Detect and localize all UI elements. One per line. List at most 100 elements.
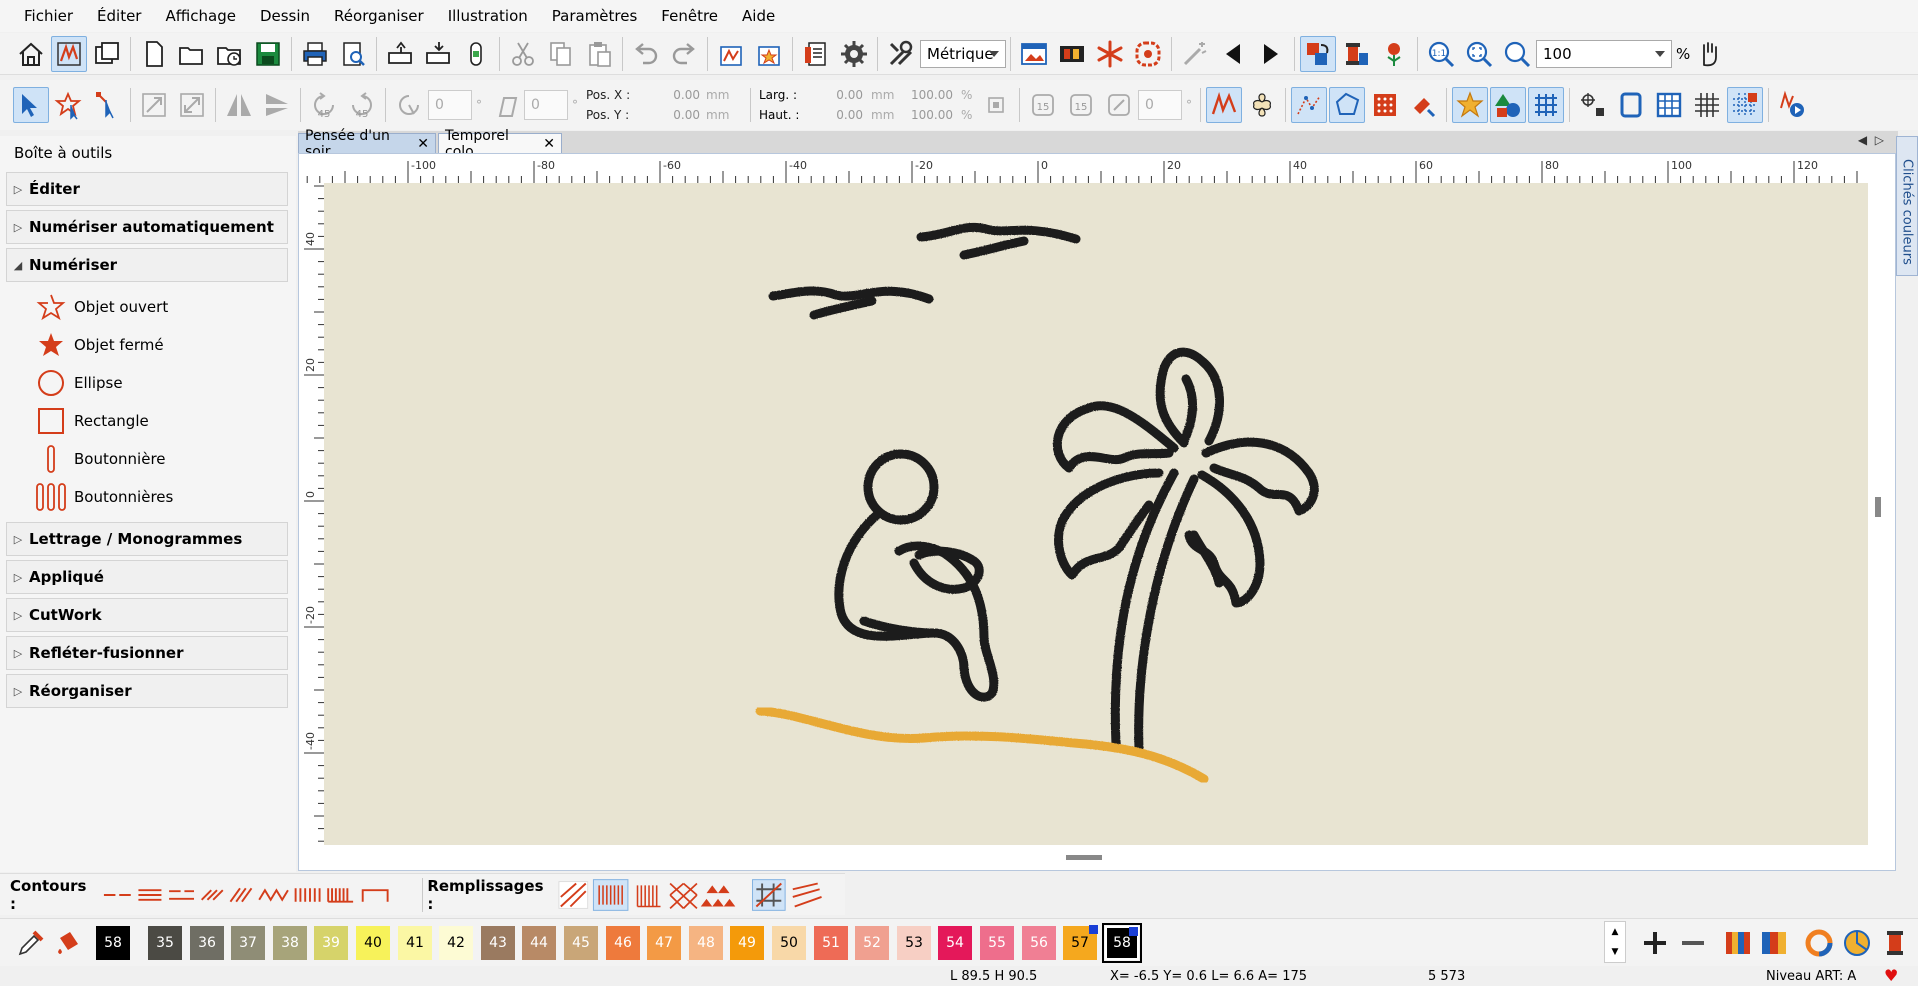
zoom-button[interactable] xyxy=(1499,36,1535,72)
stitch-player-button[interactable] xyxy=(1774,87,1810,123)
posy-field[interactable]: 0.00 xyxy=(646,108,706,122)
previous-button[interactable] xyxy=(1215,36,1251,72)
tools-button[interactable] xyxy=(883,36,919,72)
node-button[interactable] xyxy=(1575,87,1611,123)
color-swatch-52[interactable]: 52 xyxy=(855,926,889,960)
current-color-swatch[interactable]: 58 xyxy=(96,926,130,960)
section-edit[interactable]: ▷ Éditer xyxy=(6,172,288,206)
menu-window[interactable]: Fenêtre xyxy=(649,0,730,32)
print-preview-button[interactable] xyxy=(335,36,371,72)
mirror-horizontal-button[interactable] xyxy=(221,87,257,123)
section-mirror-merge[interactable]: ▷ Refléter-fusionner xyxy=(6,636,288,670)
height-field[interactable]: 0.00 xyxy=(811,108,867,122)
color-swatch-55[interactable]: 55 xyxy=(980,926,1014,960)
bird-left[interactable] xyxy=(768,286,934,304)
recent-button[interactable] xyxy=(212,36,248,72)
palette-scroll[interactable]: ▲ ▼ xyxy=(1604,921,1626,963)
menu-arrange[interactable]: Réorganiser xyxy=(322,0,436,32)
magic-wand-button[interactable] xyxy=(1177,36,1213,72)
fill-types[interactable] xyxy=(557,877,845,913)
eyedropper-button[interactable] xyxy=(11,925,47,961)
import-art-button[interactable] xyxy=(751,36,787,72)
horizontal-scroll-thumb[interactable] xyxy=(1066,855,1102,860)
select-tool-button[interactable] xyxy=(13,87,49,123)
section-lettering[interactable]: ▷ Lettrage / Monogrammes xyxy=(6,522,288,556)
rotate-free-button[interactable] xyxy=(391,87,427,123)
color-swatch-51[interactable]: 51 xyxy=(814,926,848,960)
color-swatch-37[interactable]: 37 xyxy=(231,926,265,960)
open-button[interactable] xyxy=(174,36,210,72)
close-icon[interactable]: ✕ xyxy=(543,136,555,152)
embroidery-canvas[interactable] xyxy=(324,183,1868,845)
width-percent-field[interactable]: 100.00 xyxy=(897,88,957,102)
outline-types[interactable] xyxy=(102,880,418,910)
menu-illustration[interactable]: Illustration xyxy=(436,0,540,32)
select-points-button[interactable] xyxy=(89,87,125,123)
tool-rectangle[interactable]: Rectangle xyxy=(34,406,149,436)
resize-proportional-button[interactable] xyxy=(174,87,210,123)
color-swatch-56[interactable]: 56 xyxy=(1022,926,1056,960)
send-machine-button[interactable] xyxy=(382,36,418,72)
tool-buttonhole[interactable]: Boutonnière xyxy=(34,444,166,474)
copy-button[interactable] xyxy=(543,36,579,72)
scroll-up-icon[interactable]: ▲ xyxy=(1605,922,1625,942)
units-select[interactable]: Métrique xyxy=(920,39,1006,68)
hoop-frame-button[interactable] xyxy=(1613,87,1649,123)
menu-file[interactable]: Fichier xyxy=(12,0,85,32)
save-button[interactable] xyxy=(250,36,286,72)
figure-body[interactable] xyxy=(834,508,999,702)
rotate-left-15-button[interactable]: 15 xyxy=(1025,87,1061,123)
flower-button[interactable] xyxy=(1376,36,1412,72)
print-button[interactable] xyxy=(297,36,333,72)
rotation-field[interactable]: 0 xyxy=(1138,90,1182,120)
select-star-button[interactable] xyxy=(51,87,87,123)
color-swatch-47[interactable]: 47 xyxy=(647,926,681,960)
palm-frond-right[interactable] xyxy=(1201,437,1319,516)
tab-pensee-dun-soir[interactable]: Pensée d'un soir ✕ xyxy=(298,128,436,160)
menu-settings[interactable]: Paramètres xyxy=(540,0,650,32)
color-swatch-35[interactable]: 35 xyxy=(148,926,182,960)
rotate-point-button[interactable] xyxy=(1101,87,1137,123)
shapes-button[interactable] xyxy=(1490,87,1526,123)
bird-top-lower[interactable] xyxy=(959,236,1029,260)
tab-nav-arrows[interactable]: ◀ ▷ xyxy=(1858,133,1884,147)
close-icon[interactable]: ✕ xyxy=(417,136,429,152)
rotate-left-45-button[interactable]: 45 xyxy=(306,87,342,123)
usb-button[interactable] xyxy=(458,36,494,72)
show-fill-button[interactable] xyxy=(1367,87,1403,123)
multi-window-button[interactable] xyxy=(89,36,125,72)
palm-frond-lower-left[interactable] xyxy=(1054,468,1164,580)
color-swatch-38[interactable]: 38 xyxy=(273,926,307,960)
width-field[interactable]: 0.00 xyxy=(811,88,867,102)
zoom-fit-button[interactable] xyxy=(1461,36,1497,72)
color-swatch-54[interactable]: 54 xyxy=(938,926,972,960)
color-swatch-43[interactable]: 43 xyxy=(481,926,515,960)
color-swatch-57[interactable]: 57 xyxy=(1063,925,1098,960)
tool-closed-object[interactable]: Objet fermé xyxy=(34,330,164,360)
new-button[interactable] xyxy=(136,36,172,72)
mirror-vertical-button[interactable] xyxy=(259,87,295,123)
lock-ratio-button[interactable] xyxy=(978,87,1014,123)
paint-tool-button[interactable] xyxy=(1405,87,1441,123)
thread-button[interactable] xyxy=(1338,36,1374,72)
receive-machine-button[interactable] xyxy=(420,36,456,72)
tab-temporel-colo[interactable]: Temporel colo ✕ xyxy=(438,128,562,160)
color-swatch-49[interactable]: 49 xyxy=(730,926,764,960)
grid-pattern-button[interactable] xyxy=(1528,87,1564,123)
remove-color-button[interactable] xyxy=(1675,925,1711,961)
show-artwork-button[interactable] xyxy=(1244,87,1280,123)
undo-button[interactable] xyxy=(628,36,664,72)
bird-top[interactable] xyxy=(916,222,1081,244)
color-swatch-40[interactable]: 40 xyxy=(356,926,390,960)
options-button[interactable] xyxy=(836,36,872,72)
color-swatch-41[interactable]: 41 xyxy=(398,926,432,960)
color-wheel-button[interactable] xyxy=(1801,925,1837,961)
menu-view[interactable]: Affichage xyxy=(153,0,247,32)
color-swatch-42[interactable]: 42 xyxy=(439,926,473,960)
bird-left-lower[interactable] xyxy=(809,296,877,320)
menu-draw[interactable]: Dessin xyxy=(248,0,322,32)
rotate-angle-field[interactable]: 0 xyxy=(428,90,472,120)
thread-list-button[interactable] xyxy=(1757,925,1793,961)
color-swatch-36[interactable]: 36 xyxy=(190,926,224,960)
rotate-right-45-button[interactable]: 45 xyxy=(344,87,380,123)
